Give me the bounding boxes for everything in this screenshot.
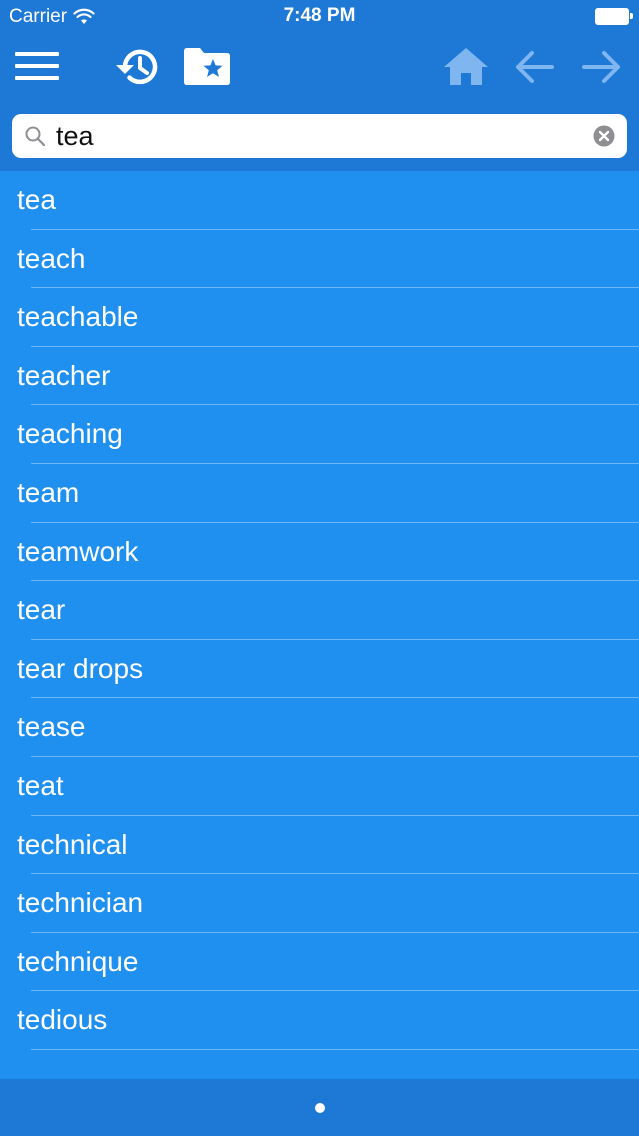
list-item[interactable]: teacher [0,347,639,406]
list-item-label: technique [17,945,139,977]
list-item-label: teamwork [17,535,139,567]
list-item[interactable]: tease [0,698,639,757]
list-item-label: technical [17,828,128,860]
list-item-label: teach [17,242,86,274]
list-item-label: tea [17,184,56,215]
back-button[interactable] [513,48,555,86]
list-item[interactable]: technician [0,874,639,933]
list-item-label: technician [17,887,144,919]
status-bar: Carrier 7:48 PM [0,0,639,34]
header: Carrier 7:48 PM [0,0,639,171]
favorites-button[interactable] [182,45,232,87]
back-arrow-icon [516,51,554,83]
bottom-bar [0,1079,639,1136]
list-item[interactable]: teat [0,757,639,816]
favorites-folder-icon [184,48,230,85]
list-item[interactable]: teaching [0,405,639,464]
list-item[interactable]: teamwork [0,523,639,582]
list-item-label: teachable [17,301,139,333]
page-indicator-dot[interactable] [315,1103,325,1113]
search-icon [25,126,46,147]
list-item[interactable]: team [0,464,639,523]
search-bar [12,114,627,158]
list-item-label: teaching [17,418,123,450]
clear-icon[interactable] [593,125,615,147]
status-time: 7:48 PM [283,5,356,26]
menu-button[interactable] [14,48,60,84]
list-item-label: team [17,476,80,508]
list-item-label: teat [17,769,64,801]
history-button[interactable] [112,44,164,90]
list-item[interactable]: technical [0,816,639,875]
list-item[interactable]: tedious [0,991,639,1050]
battery-icon [595,8,633,25]
search-input[interactable] [56,118,576,154]
home-button[interactable] [442,45,490,87]
list-item[interactable]: tea [0,171,639,230]
list-item[interactable]: technique [0,933,639,992]
menu-icon [15,52,59,80]
home-icon [444,48,488,85]
list-item-label: tease [17,711,86,743]
forward-button[interactable] [581,48,623,86]
list-item-label: tear drops [17,652,144,684]
list-item[interactable]: tear drops [0,640,639,699]
list-item[interactable]: teach [0,230,639,289]
list-item-label: tedious [17,1004,108,1036]
results-list: tea teach teachable teacher teaching tea… [0,171,639,1050]
divider [31,1048,639,1050]
list-item[interactable]: teachable [0,288,639,347]
history-icon [116,49,158,85]
list-item-label: teacher [17,359,111,391]
forward-arrow-icon [582,51,620,83]
list-item[interactable]: tear [0,581,639,640]
list-item-label: tear [17,594,66,626]
